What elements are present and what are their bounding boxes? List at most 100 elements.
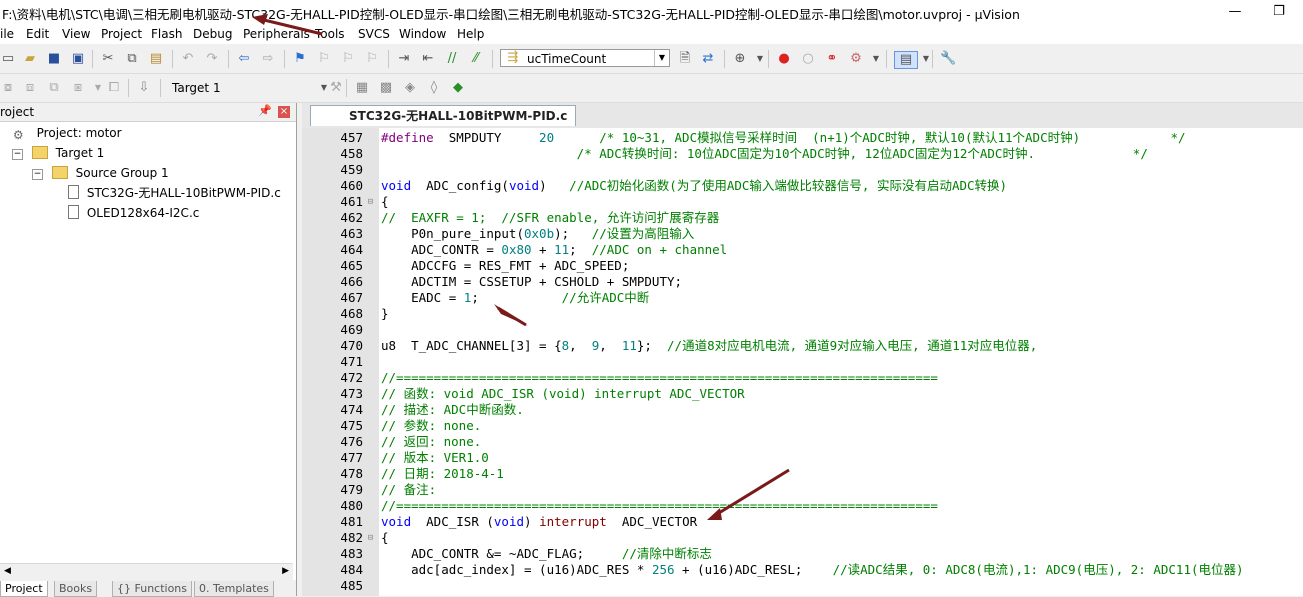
code-line[interactable]: 466 ADCTIM = CSSETUP + CSHOLD + SMPDUTY; [302,274,1303,290]
tree-project[interactable]: ⚙ Project: motor [0,124,122,142]
menu-flash[interactable]: Flash [151,27,182,41]
download-icon[interactable]: ⇩ [136,80,152,96]
fold-icon[interactable]: ⊟ [366,530,375,546]
menu-project[interactable]: Project [101,27,142,41]
code-line[interactable]: 465 ADCCFG = RES_FMT + ADC_SPEED; [302,258,1303,274]
menu-help[interactable]: Help [457,27,484,41]
code-line[interactable]: 457 #define SMPDUTY 20 /* 10~31, ADC模拟信号采… [302,130,1303,146]
window-layout-icon[interactable]: ▤ [894,51,918,69]
breakpoint-icon[interactable]: ● [776,51,792,67]
scroll-left-icon[interactable]: ◀ [4,566,11,576]
find-combo[interactable]: ⇶ ucTimeCount ▼ [500,49,670,67]
new-file-icon[interactable]: ▭ [0,51,16,67]
chevron-down-icon[interactable]: ▼ [654,50,669,66]
minimize-button[interactable]: — [1220,2,1250,22]
tree-target[interactable]: − Target 1 [12,144,104,162]
configure-icon[interactable]: 🔧 [940,51,956,67]
pack-installer-icon[interactable]: ◊ [426,80,442,96]
target-select[interactable]: Target 1 [172,81,221,95]
menu-peripherals[interactable]: Peripherals [243,27,310,41]
code-line[interactable]: 460 void ADC_config(void) //ADC初始化函数(为了使用… [302,178,1303,194]
manage-components-icon[interactable]: ▩ [378,80,394,96]
navigate-forward-icon[interactable]: ⇨ [260,51,276,67]
code-line[interactable]: 484 adc[adc_index] = (u16)ADC_RES * 256 … [302,562,1303,578]
rebuild-icon[interactable]: ⧉ [46,80,62,96]
menu-file[interactable]: ile [0,27,14,41]
save-all-icon[interactable]: ▣ [70,51,86,67]
translate-icon[interactable]: ⧇ [0,80,16,96]
code-line[interactable]: 470 u8 T_ADC_CHANNEL[3] = {8, 9, 11}; //通… [302,338,1303,354]
close-icon[interactable]: × [278,106,290,118]
menu-edit[interactable]: Edit [26,27,49,41]
fold-icon[interactable]: ⊟ [366,194,375,210]
code-line[interactable]: 477 // 版本: VER1.0 [302,450,1303,466]
prev-bookmark-icon[interactable]: ⚐ [316,51,332,67]
pin-icon[interactable]: 📌 [258,104,272,117]
code-line[interactable]: 464 ADC_CONTR = 0x80 + 11; //ADC on + ch… [302,242,1303,258]
restore-button[interactable]: ❐ [1264,2,1294,22]
menu-view[interactable]: View [62,27,90,41]
cut-icon[interactable]: ✂ [100,51,116,67]
code-line[interactable]: 482 ⊟ { [302,530,1303,546]
code-line[interactable]: 468} [302,306,1303,322]
copy-icon[interactable]: ⧉ [124,51,140,67]
menu-tools[interactable]: Tools [315,27,345,41]
code-line[interactable]: 475 // 参数: none. [302,418,1303,434]
code-line[interactable]: 476 // 返回: none. [302,434,1303,450]
zoom-dropdown-icon[interactable]: ▼ [752,51,768,67]
debug-dropdown-icon[interactable]: ▼ [868,51,884,67]
kill-breakpoints-icon[interactable]: ⚭ [824,51,840,67]
open-file-icon[interactable]: ▰ [22,51,38,67]
tree-source-group[interactable]: − Source Group 1 [32,164,169,182]
menu-debug[interactable]: Debug [193,27,232,41]
find-icon[interactable]: 🗎 [677,51,693,67]
code-line[interactable]: 467 EADC = 1; //允许ADC中断 [302,290,1303,306]
target-options-icon[interactable]: ⚒ [328,80,344,96]
collapse-icon[interactable] [0,127,9,136]
navigate-back-icon[interactable]: ⇦ [236,51,252,67]
code-view[interactable]: 457 #define SMPDUTY 20 /* 10~31, ADC模拟信号采… [302,128,1303,596]
code-line[interactable]: 478 // 日期: 2018-4-1 [302,466,1303,482]
clear-bookmarks-icon[interactable]: ⚐ [364,51,380,67]
code-line[interactable]: 459 [302,162,1303,178]
code-line[interactable]: 473 // 函数: void ADC_ISR (void) interrupt … [302,386,1303,402]
menu-svcs[interactable]: SVCS [358,27,390,41]
code-line[interactable]: 483 ADC_CONTR &= ~ADC_FLAG; //清除中断标志 [302,546,1303,562]
code-line[interactable]: 458 /* ADC转换时间: 10位ADC固定为10个ADC时钟, 12位AD… [302,146,1303,162]
tab-functions[interactable]: {} Functions [112,581,193,597]
comment-icon[interactable]: // [444,51,460,67]
undo-icon[interactable]: ↶ [180,51,196,67]
batch-build-icon[interactable]: ⧆ [70,80,86,96]
code-line[interactable]: 480 //===================================… [302,498,1303,514]
code-line[interactable]: 479 // 备注: [302,482,1303,498]
run-time-environment-icon[interactable]: ◆ [450,80,466,96]
next-bookmark-icon[interactable]: ⚐ [340,51,356,67]
code-line[interactable]: 474 // 描述: ADC中断函数. [302,402,1303,418]
code-line[interactable]: 461 ⊟ { [302,194,1303,210]
collapse-icon[interactable]: − [32,169,43,180]
unindent-icon[interactable]: ⇤ [420,51,436,67]
editor-tab[interactable]: STC32G-无HALL-10BitPWM-PID.c [310,105,577,126]
tree-file[interactable]: STC32G-无HALL-10BitPWM-PID.c [68,184,281,202]
tab-books[interactable]: Books [54,581,98,597]
indent-icon[interactable]: ⇥ [396,51,412,67]
select-pack-icon[interactable]: ◈ [402,80,418,96]
tree-file[interactable]: OLED128x64-I2C.c [68,204,199,222]
stop-build-icon[interactable]: ⧠ [106,80,122,96]
paste-icon[interactable]: ▤ [148,51,164,67]
uncomment-icon[interactable]: ⁄⁄ [468,51,484,67]
incremental-find-icon[interactable]: ⇄ [700,51,716,67]
code-line[interactable]: 463 P0n_pure_input(0x0b); //设置为高阻输入 [302,226,1303,242]
code-line[interactable]: 472 //===================================… [302,370,1303,386]
save-icon[interactable]: ■ [46,51,62,67]
tab-templates[interactable]: 0. Templates [194,581,274,597]
horizontal-scrollbar[interactable]: ◀ ▶ [0,563,293,580]
manage-project-icon[interactable]: ▦ [354,80,370,96]
collapse-icon[interactable]: − [12,149,23,160]
tab-project[interactable]: Project [0,581,48,597]
build-icon[interactable]: ⧈ [22,80,38,96]
code-line[interactable]: 462 // EAXFR = 1; //SFR enable, 允许访问扩展寄存器 [302,210,1303,226]
code-line[interactable]: 481 void ADC_ISR (void) interrupt ADC_VEC… [302,514,1303,530]
batch-dropdown-icon[interactable]: ▼ [90,80,106,96]
menu-window[interactable]: Window [399,27,446,41]
